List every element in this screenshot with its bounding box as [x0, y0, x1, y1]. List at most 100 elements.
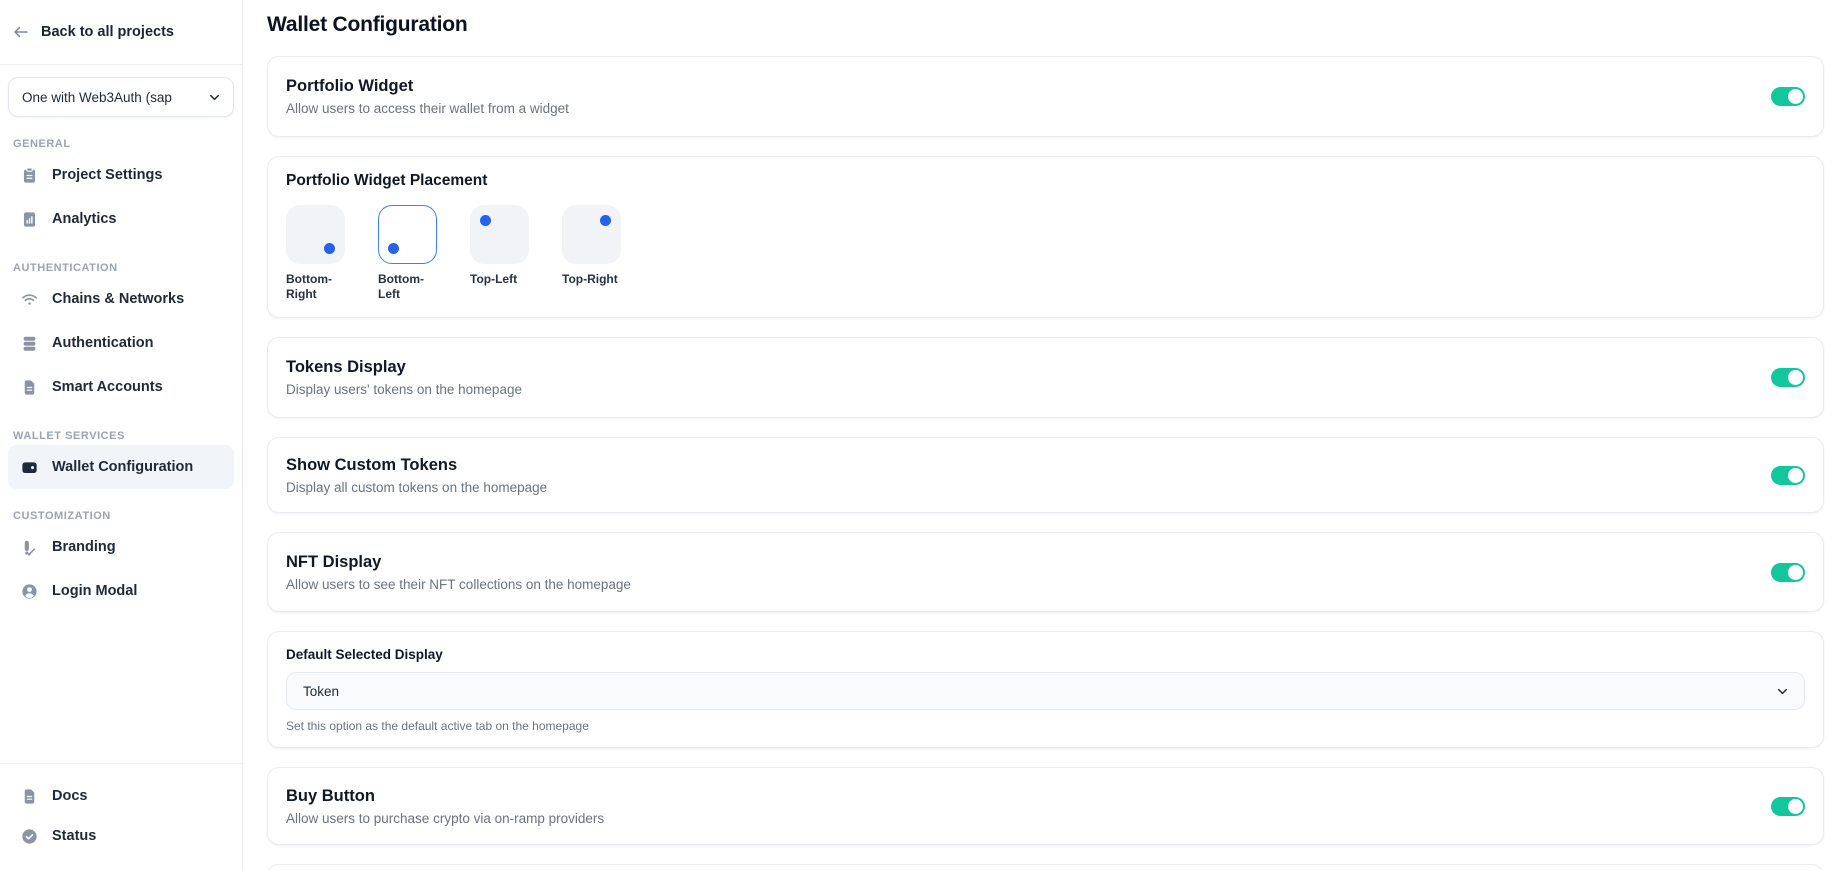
default-display-select[interactable]: Token	[286, 672, 1805, 710]
tokens-display-toggle[interactable]	[1771, 368, 1805, 387]
sidebar-footer: Docs Status	[0, 763, 242, 870]
toggle-knob	[1788, 565, 1803, 580]
analytics-icon	[20, 210, 39, 229]
sidebar-item-authentication[interactable]: Authentication	[8, 321, 234, 365]
placement-tile-top-right[interactable]	[562, 205, 621, 264]
toggle-knob	[1788, 370, 1803, 385]
section-label-authentication: AUTHENTICATION	[8, 262, 234, 274]
placement-option-top-right: Top-Right	[562, 205, 628, 302]
sidebar-item-project-settings[interactable]: Project Settings	[8, 153, 234, 197]
select-helper-text: Set this option as the default active ta…	[286, 719, 1805, 733]
portfolio-widget-card: Portfolio Widget Allow users to access t…	[267, 56, 1824, 137]
placement-label: Bottom-Right	[286, 272, 352, 302]
database-icon	[20, 334, 39, 353]
back-label: Back to all projects	[41, 24, 174, 40]
sidebar-spacer	[0, 613, 242, 763]
select-value: Token	[303, 684, 339, 699]
placement-option-top-left: Top-Left	[470, 205, 536, 302]
back-arrow-icon	[12, 23, 30, 41]
chevron-down-icon	[207, 90, 222, 105]
wallet-icon	[20, 458, 39, 477]
sidebar-item-smart-accounts[interactable]: Smart Accounts	[8, 365, 234, 409]
card-text: Show Custom Tokens Display all custom to…	[286, 456, 547, 495]
card-text: Tokens Display Display users' tokens on …	[286, 358, 522, 397]
status-check-icon	[20, 827, 39, 846]
placement-dot	[600, 215, 611, 226]
sidebar-item-label: Chains & Networks	[52, 291, 184, 307]
sidebar-nav: GENERAL Project Settings Analytics AUTHE…	[0, 117, 242, 613]
card-title: NFT Display	[286, 553, 631, 572]
toggle-knob	[1788, 468, 1803, 483]
sidebar-item-status[interactable]: Status	[8, 816, 234, 856]
sidebar-item-label: Authentication	[52, 335, 154, 351]
page-title: Wallet Configuration	[267, 13, 1824, 37]
clipboard-icon	[20, 166, 39, 185]
buy-button-card: Buy Button Allow users to purchase crypt…	[267, 767, 1824, 845]
placement-dot	[480, 215, 491, 226]
card-title: Portfolio Widget Placement	[286, 172, 1805, 190]
card-text: Buy Button Allow users to purchase crypt…	[286, 787, 604, 826]
wifi-icon	[20, 290, 39, 309]
placement-dot	[324, 243, 335, 254]
sidebar-item-label: Branding	[52, 539, 116, 555]
main-content: Wallet Configuration Portfolio Widget Al…	[243, 0, 1840, 870]
branding-icon	[20, 538, 39, 557]
project-selector[interactable]: One with Web3Auth (sap	[8, 77, 234, 117]
sidebar-item-branding[interactable]: Branding	[8, 525, 234, 569]
placement-label: Top-Right	[562, 272, 628, 287]
select-label: Default Selected Display	[286, 647, 1805, 662]
toggle-knob	[1788, 799, 1803, 814]
sidebar-item-docs[interactable]: Docs	[8, 776, 234, 816]
card-text: NFT Display Allow users to see their NFT…	[286, 553, 631, 592]
sidebar: Back to all projects One with Web3Auth (…	[0, 0, 243, 870]
card-description: Allow users to see their NFT collections…	[286, 577, 631, 592]
sidebar-item-label: Project Settings	[52, 167, 162, 183]
sidebar-item-label: Wallet Configuration	[52, 459, 193, 475]
user-icon	[20, 582, 39, 601]
tokens-display-card: Tokens Display Display users' tokens on …	[267, 337, 1824, 418]
nft-display-card: NFT Display Allow users to see their NFT…	[267, 532, 1824, 612]
placement-option-bottom-right: Bottom-Right	[286, 205, 352, 302]
sidebar-item-chains-networks[interactable]: Chains & Networks	[8, 277, 234, 321]
card-description: Allow users to purchase crypto via on-ra…	[286, 811, 604, 826]
card-title: Show Custom Tokens	[286, 456, 547, 475]
show-custom-tokens-card: Show Custom Tokens Display all custom to…	[267, 437, 1824, 513]
sidebar-item-label: Login Modal	[52, 583, 137, 599]
nft-display-toggle[interactable]	[1771, 563, 1805, 582]
sidebar-item-label: Smart Accounts	[52, 379, 163, 395]
placement-tile-bottom-left[interactable]	[378, 205, 437, 264]
document-icon	[20, 787, 39, 806]
placement-option-bottom-left: Bottom-Left	[378, 205, 444, 302]
portfolio-widget-toggle[interactable]	[1771, 87, 1805, 106]
back-button[interactable]: Back to all projects	[0, 0, 242, 65]
card-title: Buy Button	[286, 787, 604, 806]
show-custom-tokens-toggle[interactable]	[1771, 466, 1805, 485]
document-icon	[20, 378, 39, 397]
card-description: Display all custom tokens on the homepag…	[286, 480, 547, 495]
default-selected-display-card: Default Selected Display Token Set this …	[267, 631, 1824, 748]
sidebar-item-label: Analytics	[52, 211, 116, 227]
project-selector-value: One with Web3Auth (sap	[22, 90, 201, 105]
footer-item-label: Docs	[52, 788, 87, 804]
card-description: Display users' tokens on the homepage	[286, 382, 522, 397]
buy-button-toggle[interactable]	[1771, 797, 1805, 816]
placement-options: Bottom-Right Bottom-Left Top-Left Top-Ri…	[286, 205, 1805, 302]
section-label-general: GENERAL	[8, 138, 234, 150]
placement-dot	[388, 243, 399, 254]
placement-label: Top-Left	[470, 272, 536, 287]
card-text: Portfolio Widget Allow users to access t…	[286, 77, 569, 116]
next-card-partial	[267, 864, 1824, 870]
footer-item-label: Status	[52, 828, 96, 844]
card-title: Tokens Display	[286, 358, 522, 377]
toggle-knob	[1788, 89, 1803, 104]
placement-tile-top-left[interactable]	[470, 205, 529, 264]
card-description: Allow users to access their wallet from …	[286, 101, 569, 116]
sidebar-item-wallet-configuration[interactable]: Wallet Configuration	[8, 445, 234, 489]
sidebar-item-analytics[interactable]: Analytics	[8, 197, 234, 241]
portfolio-widget-placement-card: Portfolio Widget Placement Bottom-Right …	[267, 156, 1824, 318]
settings-cards: Portfolio Widget Allow users to access t…	[267, 56, 1824, 870]
chevron-down-icon	[1775, 684, 1790, 699]
sidebar-item-login-modal[interactable]: Login Modal	[8, 569, 234, 613]
placement-tile-bottom-right[interactable]	[286, 205, 345, 264]
section-label-customization: CUSTOMIZATION	[8, 510, 234, 522]
